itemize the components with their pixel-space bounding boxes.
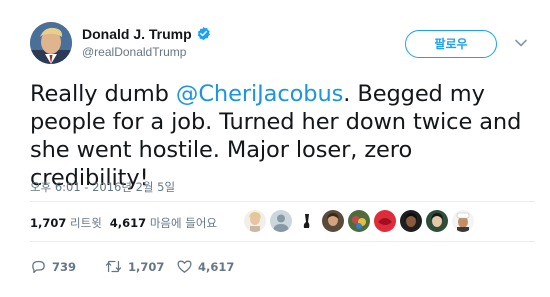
like-action[interactable]: 4,617 xyxy=(176,257,234,277)
verified-badge-icon xyxy=(197,26,210,41)
author-name[interactable]: Donald J. Trump xyxy=(82,26,211,42)
retweets-count: 1,707 xyxy=(30,216,67,230)
retweet-action[interactable]: 1,707 xyxy=(104,257,164,277)
likes-count: 4,617 xyxy=(109,216,147,230)
chevron-down-icon[interactable] xyxy=(514,38,528,48)
liker-avatar[interactable] xyxy=(296,210,318,232)
tweet-stats: 1,707 리트윗 4,617 마음에 들어요 xyxy=(30,215,217,231)
follow-button[interactable]: 팔로우 xyxy=(405,30,497,58)
liker-avatar[interactable] xyxy=(270,210,292,232)
liker-avatar[interactable] xyxy=(452,210,474,232)
author-name-text[interactable]: Donald J. Trump xyxy=(82,26,192,42)
author-handle[interactable]: @realDonaldTrump xyxy=(82,45,186,59)
divider xyxy=(30,201,535,202)
tweet-card: Donald J. Trump @realDonaldTrump 팔로우 Rea… xyxy=(0,0,550,297)
divider xyxy=(30,241,535,242)
liker-avatar[interactable] xyxy=(244,210,266,232)
heart-icon xyxy=(177,260,192,273)
reply-icon xyxy=(32,260,45,274)
liker-avatar[interactable] xyxy=(374,210,396,232)
tweet-text: Really dumb @CheriJacobus. Begged my peo… xyxy=(30,80,535,192)
likes-stat[interactable]: 4,617 마음에 들어요 xyxy=(110,216,217,230)
tweet-text-part: Really dumb xyxy=(30,81,176,107)
reply-count: 739 xyxy=(52,260,77,274)
like-count: 4,617 xyxy=(198,260,235,274)
liker-avatar[interactable] xyxy=(348,210,370,232)
liker-avatar[interactable] xyxy=(322,210,344,232)
retweet-icon xyxy=(105,260,122,273)
likes-label: 마음에 들어요 xyxy=(149,216,217,230)
avatar-image xyxy=(30,22,72,64)
retweet-count: 1,707 xyxy=(128,260,165,274)
reply-action[interactable]: 739 xyxy=(30,257,76,277)
liker-avatar[interactable] xyxy=(426,210,448,232)
retweets-label: 리트윗 xyxy=(70,216,102,230)
profile-avatar[interactable] xyxy=(30,22,72,64)
retweets-stat[interactable]: 1,707 리트윗 xyxy=(30,216,102,230)
liker-avatar[interactable] xyxy=(400,210,422,232)
tweet-timestamp[interactable]: 오후 6:01 - 2016년 2월 5일 xyxy=(30,179,175,195)
mention-link[interactable]: @CheriJacobus xyxy=(176,81,343,107)
